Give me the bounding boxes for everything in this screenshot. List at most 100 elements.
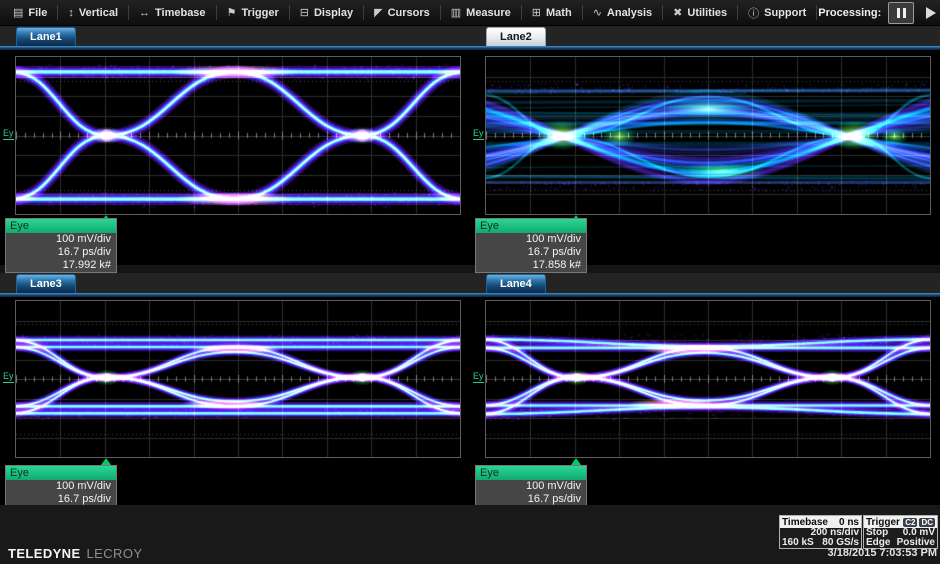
menu-separator xyxy=(662,5,663,20)
menu-separator xyxy=(57,5,58,20)
lane2-tab-row: Lane2 xyxy=(470,26,940,46)
lane1-horizontal-scale: 16.7 ps/div xyxy=(6,246,116,259)
lane1-sweep-count: 17.992 k# xyxy=(6,259,116,272)
lane1-trace-label: Ey xyxy=(3,129,14,140)
tab-lane2-label: Lane2 xyxy=(500,31,532,43)
timebase-offset: 0 ns xyxy=(839,517,859,528)
menu-item-file[interactable]: ▤ File xyxy=(4,0,56,25)
math-icon: ⊞ xyxy=(532,6,541,19)
tab-lane3-label: Lane3 xyxy=(30,278,62,290)
lane3-trace-label: Ey xyxy=(3,372,14,383)
utilities-icon: ✖ xyxy=(673,6,682,19)
support-icon: ⓘ xyxy=(748,5,759,21)
tab-lane4[interactable]: Lane4 xyxy=(486,274,546,293)
lane3-tab-row: Lane3 xyxy=(0,273,470,293)
lane2-trace-descriptor[interactable]: Eye 100 mV/div 16.7 ps/div 17.858 k# xyxy=(475,218,587,273)
lane2-descriptor-title: Eye xyxy=(476,219,586,233)
menu-item-label: Vertical xyxy=(79,7,118,19)
tab-lane2[interactable]: Lane2 xyxy=(486,27,546,46)
lane3-vertical-scale: 100 mV/div xyxy=(6,480,116,493)
lane2-eye-diagram-canvas xyxy=(485,56,931,215)
lane2-sweep-count: 17.858 k# xyxy=(476,259,586,272)
cursors-icon: ◤ xyxy=(374,6,382,19)
play-icon xyxy=(926,7,936,19)
menu-item-label: Measure xyxy=(466,7,511,19)
trigger-summary-box[interactable]: Trigger C2 DC Stop0.0 mV EdgePositive xyxy=(863,515,938,549)
menu-item-label: Utilities xyxy=(687,7,727,19)
lane2-panel: Lane2 Ey Eye 100 mV/div 16.7 ps/div 17.8… xyxy=(470,26,940,265)
timebase-icon: ↔ xyxy=(139,7,150,19)
menu-item-label: File xyxy=(28,7,47,19)
lane4-eye-diagram-canvas xyxy=(485,300,931,458)
menu-item-label: Timebase xyxy=(155,7,206,19)
menu-separator xyxy=(216,5,217,20)
menu-item-cursors[interactable]: ◤ Cursors xyxy=(365,0,439,25)
menu-item-label: Trigger xyxy=(241,7,278,19)
trigger-source-badge: C2 xyxy=(903,518,917,527)
file-icon: ▤ xyxy=(13,6,23,19)
lane3-trigger-position-marker[interactable] xyxy=(101,458,111,465)
menu-item-measure[interactable]: ▥ Measure xyxy=(442,0,520,25)
menu-separator xyxy=(440,5,441,20)
lane3-descriptor-title: Eye xyxy=(6,466,116,480)
menu-item-label: Display xyxy=(314,7,353,19)
menu-item-vertical[interactable]: ↕ Vertical xyxy=(59,0,127,25)
menu-item-support[interactable]: ⓘ Support xyxy=(739,0,815,25)
tab-lane4-label: Lane4 xyxy=(500,278,532,290)
trigger-coupling-badge: DC xyxy=(919,518,935,527)
lane2-horizontal-scale: 16.7 ps/div xyxy=(476,246,586,259)
lane1-trace-descriptor[interactable]: Eye 100 mV/div 16.7 ps/div 17.992 k# xyxy=(5,218,117,273)
tab-lane3[interactable]: Lane3 xyxy=(16,274,76,293)
lane4-tab-row: Lane4 xyxy=(470,273,940,293)
lane1-tab-row: Lane1 xyxy=(0,26,470,46)
vertical-icon: ↕ xyxy=(68,7,74,19)
menu-separator xyxy=(521,5,522,20)
menu-item-math[interactable]: ⊞ Math xyxy=(523,0,581,25)
menu-item-utilities[interactable]: ✖ Utilities xyxy=(664,0,736,25)
menu-item-analysis[interactable]: ∿ Analysis xyxy=(584,0,661,25)
lane1-vertical-scale: 100 mV/div xyxy=(6,233,116,246)
lane4-vertical-scale: 100 mV/div xyxy=(476,480,586,493)
brand-logo: TELEDYNE LECROY xyxy=(8,546,142,561)
measure-icon: ▥ xyxy=(451,6,461,19)
pause-icon xyxy=(897,8,900,18)
lane3-eye-diagram-canvas xyxy=(15,300,461,458)
menu-separator xyxy=(363,5,364,20)
menu-separator xyxy=(737,5,738,20)
lane2-vertical-scale: 100 mV/div xyxy=(476,233,586,246)
lane1-panel: Lane1 Ey Eye 100 mV/div 16.7 ps/div 17.9… xyxy=(0,26,470,265)
tab-lane1-label: Lane1 xyxy=(30,31,62,43)
lane1-eye-diagram-canvas xyxy=(15,56,461,215)
brand-primary: TELEDYNE xyxy=(8,546,81,561)
lane4-panel: Lane4 Ey Eye 100 mV/div 16.7 ps/div 17.8… xyxy=(470,273,940,505)
timebase-title: Timebase xyxy=(782,517,828,528)
trigger-icon: ⚑ xyxy=(227,6,237,19)
datetime-stamp: 3/18/2015 7:03:53 PM xyxy=(828,547,937,559)
lane3-panel: Lane3 Ey Eye 100 mV/div 16.7 ps/div 17.8… xyxy=(0,273,470,505)
lane4-descriptor-title: Eye xyxy=(476,466,586,480)
menu-item-label: Math xyxy=(546,7,572,19)
play-button[interactable] xyxy=(921,3,940,23)
menu-item-label: Support xyxy=(764,7,806,19)
trigger-title: Trigger xyxy=(866,517,900,528)
menu-item-timebase[interactable]: ↔ Timebase xyxy=(130,0,215,25)
menu-separator xyxy=(816,5,817,20)
timebase-summary-box[interactable]: Timebase 0 ns 200 ns/div 160 kS80 GS/s xyxy=(779,515,862,549)
menu-item-display[interactable]: ⊟ Display xyxy=(291,0,362,25)
menu-separator xyxy=(582,5,583,20)
brand-secondary: LECROY xyxy=(87,546,143,561)
pause-button[interactable] xyxy=(888,2,914,24)
processing-label: Processing: xyxy=(818,7,881,19)
menu-separator xyxy=(128,5,129,20)
timebase-samples: 160 kS xyxy=(782,538,814,548)
display-icon: ⊟ xyxy=(300,6,309,19)
lane4-trigger-position-marker[interactable] xyxy=(571,458,581,465)
tab-lane1[interactable]: Lane1 xyxy=(16,27,76,46)
analysis-icon: ∿ xyxy=(593,6,602,19)
menu-item-label: Cursors xyxy=(388,7,430,19)
menu-separator xyxy=(289,5,290,20)
menu-item-trigger[interactable]: ⚑ Trigger xyxy=(218,0,288,25)
trigger-badges: C2 DC xyxy=(903,518,935,527)
processing-cluster: Processing: Mosaic Default: Undo ↶ xyxy=(818,1,940,25)
menu-item-label: Analysis xyxy=(607,7,652,19)
